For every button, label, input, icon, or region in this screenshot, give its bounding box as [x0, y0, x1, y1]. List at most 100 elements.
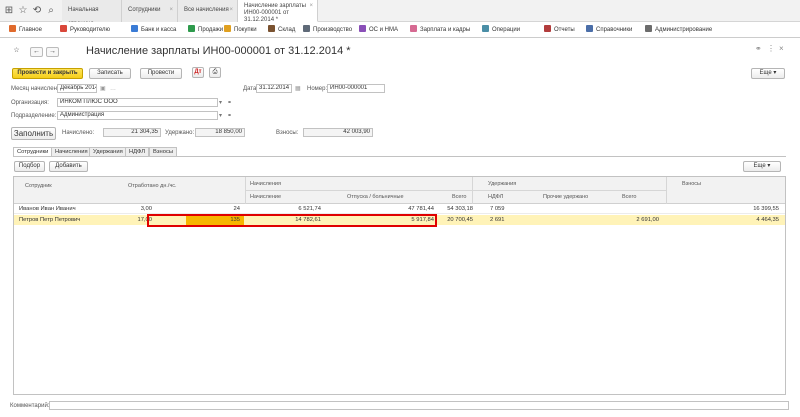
apps-grid-icon[interactable]: ⊞: [3, 5, 15, 17]
calendar-icon[interactable]: ▣: [100, 85, 106, 92]
month-field[interactable]: Декабрь 2014: [57, 84, 97, 93]
favorites-star-icon[interactable]: ☆: [17, 5, 29, 17]
tab-accruals[interactable]: Начисления: [51, 147, 92, 156]
contrib-total: 42 003,90: [303, 128, 373, 137]
date-field[interactable]: 31.12.2014: [256, 84, 292, 93]
menu-item-reports[interactable]: Отчеты: [544, 25, 575, 35]
close-icon[interactable]: ×: [779, 44, 784, 53]
header-divider: [245, 190, 666, 191]
open-link-icon[interactable]: ⚭: [227, 99, 232, 106]
organization-field[interactable]: ИНКОМ ПЛЮС ООО: [57, 98, 218, 107]
header-divider: [666, 177, 667, 204]
date-calendar-icon[interactable]: ▦: [295, 85, 301, 92]
add-button[interactable]: Добавить: [49, 161, 88, 172]
col-withholding-total[interactable]: Всего: [622, 194, 636, 200]
dropdown-icon[interactable]: ▾: [219, 112, 222, 119]
close-icon[interactable]: ×: [169, 3, 173, 17]
favorite-toggle-icon[interactable]: ☆: [12, 47, 21, 57]
cell-ndfl: 2 691: [490, 217, 505, 223]
window-tab-bar: ⊞ ☆ ⟲ ⌕ Начальная страница Сотрудники × В…: [0, 0, 800, 27]
tab-divider: [13, 156, 786, 157]
menu-item-directories[interactable]: Справочники: [586, 25, 632, 35]
menu-item-main[interactable]: Главное: [9, 25, 42, 35]
directories-icon: [586, 25, 593, 32]
tab-contributions[interactable]: Взносы: [149, 147, 178, 156]
tab-withholdings[interactable]: Удержания: [89, 147, 127, 156]
col-employee[interactable]: Сотрудник: [25, 183, 52, 189]
menu-item-sales[interactable]: Продажи: [188, 25, 223, 35]
menu-item-purchases[interactable]: Покупки: [224, 25, 257, 35]
close-icon[interactable]: ×: [229, 3, 233, 17]
tab-employees[interactable]: Сотрудники ×: [122, 0, 178, 22]
menu-label: Операции: [492, 27, 521, 33]
forward-button[interactable]: →: [46, 47, 59, 57]
number-field[interactable]: ИН00-000001: [327, 84, 385, 93]
menu-item-operations[interactable]: Операции: [482, 25, 520, 35]
calendar-clear-icon[interactable]: …: [110, 86, 116, 92]
menu-item-bank[interactable]: Банк и касса: [131, 25, 176, 35]
back-button[interactable]: ←: [30, 47, 43, 57]
cell-total: 20 700,45: [447, 217, 473, 223]
comment-label: Комментарий:: [10, 403, 50, 409]
menu-label: Отчеты: [554, 27, 575, 33]
post-button[interactable]: Провести: [140, 68, 182, 79]
tab-payroll-label-1: Начисление зарплаты: [244, 3, 306, 9]
close-icon[interactable]: ×: [309, 3, 313, 10]
contrib-label: Взносы:: [276, 130, 299, 136]
history-icon[interactable]: ⟲: [31, 5, 43, 17]
accrued-label: Начислено:: [62, 130, 95, 136]
tab-ndfl[interactable]: НДФЛ: [125, 147, 150, 156]
menu-item-production[interactable]: Производство: [303, 25, 352, 35]
save-button[interactable]: Записать: [89, 68, 131, 79]
col-total[interactable]: Всего: [452, 194, 466, 200]
menu-item-salary-hr[interactable]: Зарплата и кадры: [410, 25, 470, 35]
table-more-button[interactable]: Еще ▾: [743, 161, 781, 172]
dt-kt-report-icon[interactable]: Дт: [192, 67, 204, 78]
tab-home[interactable]: Начальная страница: [62, 0, 122, 27]
department-field[interactable]: Администрация: [57, 111, 218, 120]
fill-button[interactable]: Заполнить: [11, 127, 56, 140]
org-label: Организация:: [11, 100, 49, 106]
open-link-icon[interactable]: ⚭: [227, 112, 232, 119]
page-title: Начисление зарплаты ИН00-000001 от 31.12…: [86, 45, 351, 57]
link-icon[interactable]: ⚭: [755, 44, 762, 53]
main-icon: [9, 25, 16, 32]
more-label: Еще: [759, 70, 772, 76]
col-accrual[interactable]: Начисление: [250, 194, 281, 200]
menu-label: Склад: [278, 27, 296, 33]
comment-field[interactable]: [49, 401, 789, 410]
cell-total: 54 303,18: [447, 206, 473, 212]
cell-withholding-total: 2 691,00: [636, 217, 659, 223]
col-vacation[interactable]: Отпуска / больничные: [347, 194, 404, 200]
tab-employees-label: Сотрудники: [128, 7, 161, 13]
menu-item-fixed-assets[interactable]: ОС и НМА: [359, 25, 398, 35]
post-and-close-button[interactable]: Провести и закрыть: [12, 68, 83, 79]
menu-item-director[interactable]: Руководителю: [60, 25, 110, 35]
more-button[interactable]: Еще ▾: [751, 68, 785, 79]
bank-icon: [131, 25, 138, 32]
menu-item-admin[interactable]: Администрирование: [645, 25, 712, 35]
col-worked[interactable]: Отработано дн./чс.: [128, 183, 177, 189]
print-icon[interactable]: ⎙: [209, 67, 221, 78]
fixed-assets-icon: [359, 25, 366, 32]
menu-label: Руководителю: [70, 27, 111, 33]
col-contributions[interactable]: Взносы: [682, 181, 701, 187]
pick-button[interactable]: Подбор: [14, 161, 45, 172]
dropdown-icon[interactable]: ▾: [219, 99, 222, 106]
cell-vacation: 47 781,44: [408, 206, 434, 212]
menu-item-warehouse[interactable]: Склад: [268, 25, 295, 35]
more-label: Еще: [753, 163, 766, 169]
col-other[interactable]: Прочие удержано: [543, 194, 588, 200]
production-icon: [303, 25, 310, 32]
cell-contrib: 4 464,35: [756, 217, 779, 223]
warehouse-icon: [268, 25, 275, 32]
search-icon[interactable]: ⌕: [45, 5, 57, 17]
withheld-total: 18 850,00: [195, 128, 245, 137]
tab-payroll-doc[interactable]: Начисление зарплаты ИН00-000001 от 31.12…: [238, 0, 318, 23]
tab-all-accruals[interactable]: Все начисления ×: [178, 0, 238, 22]
menu-icon[interactable]: ⋮: [767, 44, 775, 53]
cell-employee: Петров Петр Петрович: [19, 217, 81, 223]
col-ndfl[interactable]: НДФЛ: [488, 194, 503, 200]
purchases-icon: [224, 25, 231, 32]
col-withholdings-group: Удержания: [488, 181, 517, 187]
